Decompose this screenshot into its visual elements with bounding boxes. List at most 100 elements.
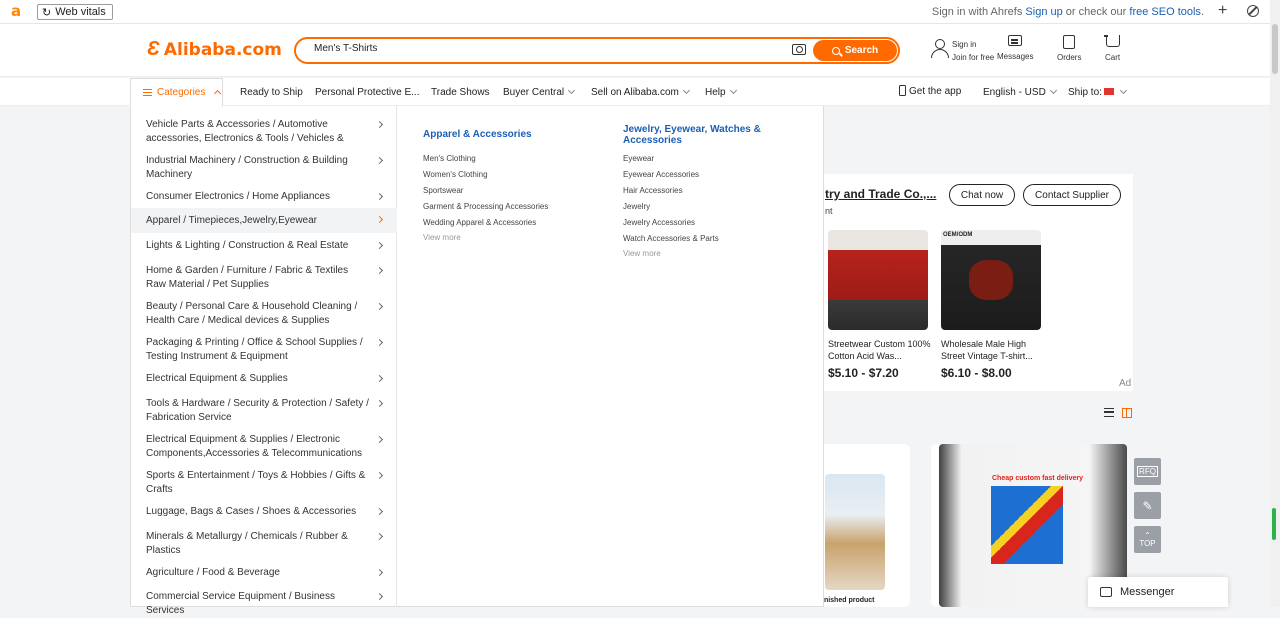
- category-item[interactable]: Luggage, Bags & Cases / Shoes & Accessor…: [131, 505, 397, 519]
- category-item[interactable]: Lights & Lighting / Construction & Real …: [131, 239, 397, 253]
- chevron-up-icon: [214, 89, 222, 98]
- ahrefs-logo-icon[interactable]: a: [11, 3, 21, 19]
- get-app-link[interactable]: Get the app: [899, 85, 961, 97]
- ad-label: Ad: [1119, 378, 1132, 389]
- product-image-black-tshirt[interactable]: OEM/ODM: [941, 230, 1041, 330]
- rfq-button[interactable]: RFQ: [1134, 458, 1161, 485]
- nav-help[interactable]: Help: [705, 86, 737, 98]
- product-image-dog-tshirt: [825, 474, 885, 590]
- view-more-link[interactable]: View more: [623, 249, 661, 258]
- plus-icon[interactable]: +: [1218, 2, 1227, 20]
- category-item[interactable]: Agriculture / Food & Beverage: [131, 566, 397, 580]
- card2-banner: Cheap custom fast delivery: [992, 475, 1084, 482]
- chevron-right-icon: [375, 435, 384, 444]
- subcategory-link[interactable]: Garment & Processing Accessories: [423, 202, 548, 211]
- nav-sell[interactable]: Sell on Alibaba.com: [591, 86, 690, 98]
- scrollbar-thumb[interactable]: [1272, 24, 1278, 74]
- chevron-right-icon: [375, 266, 384, 275]
- subcategory-title-apparel[interactable]: Apparel & Accessories: [423, 129, 532, 140]
- chat-now-button[interactable]: Chat now: [949, 184, 1015, 206]
- subcategory-link[interactable]: Watch Accessories & Parts: [623, 234, 719, 243]
- nav-trade-shows[interactable]: Trade Shows: [431, 87, 490, 98]
- category-item[interactable]: Tools & Hardware / Security & Protection…: [131, 397, 397, 425]
- product2-name[interactable]: Wholesale Male High Street Vintage T-shi…: [941, 338, 1046, 362]
- category-item[interactable]: Commercial Service Equipment / Business …: [131, 590, 397, 618]
- chevron-right-icon: [375, 374, 384, 383]
- product-image-red-tshirt[interactable]: [828, 230, 928, 330]
- subcategory-link[interactable]: Wedding Apparel & Accessories: [423, 218, 536, 227]
- orders-icon: [1063, 35, 1076, 49]
- product1-name[interactable]: Streetwear Custom 100% Cotton Acid Was..…: [828, 338, 933, 362]
- orders-button[interactable]: Orders: [1057, 35, 1081, 62]
- categories-tab[interactable]: Categories: [130, 78, 223, 107]
- subcategory-link[interactable]: Jewelry Accessories: [623, 218, 695, 227]
- category-item[interactable]: Minerals & Metallurgy / Chemicals / Rubb…: [131, 530, 397, 558]
- subcategory-link[interactable]: Sportswear: [423, 186, 463, 195]
- chevron-right-icon: [375, 241, 384, 250]
- chevron-right-icon: [375, 338, 384, 347]
- cart-button[interactable]: Cart: [1103, 35, 1120, 62]
- subcategory-link[interactable]: Eyewear Accessories: [623, 170, 699, 179]
- join-link[interactable]: Join for free: [952, 53, 994, 62]
- feedback-icon: ✎: [1142, 498, 1153, 513]
- search-input[interactable]: [314, 43, 774, 54]
- search-button[interactable]: Search: [813, 40, 897, 61]
- alibaba-logo[interactable]: Ɛ Alibaba.com: [147, 38, 282, 61]
- messages-button[interactable]: Messages: [997, 35, 1033, 61]
- flag-icon: [1103, 88, 1114, 95]
- subcategory-link[interactable]: Women's Clothing: [423, 170, 488, 179]
- grid-view-icon[interactable]: [1122, 408, 1132, 418]
- sign-in-area[interactable]: Sign in Join for free: [930, 38, 994, 64]
- category-item[interactable]: Beauty / Personal Care & Household Clean…: [131, 300, 397, 328]
- supplier-subtitle: nt: [825, 206, 833, 216]
- category-item[interactable]: Sports & Entertainment / Toys & Hobbies …: [131, 469, 397, 497]
- product-card-1[interactable]: inished product: [820, 444, 910, 607]
- categories-dropdown: Vehicle Parts & Accessories / Automotive…: [130, 106, 824, 616]
- subcategory-link[interactable]: Eyewear: [623, 154, 654, 163]
- category-item-apparel[interactable]: Apparel / Timepieces,Jewelry,Eyewear: [131, 208, 397, 233]
- subcategory-link[interactable]: Men's Clothing: [423, 154, 476, 163]
- tshirt-print-graphic: [969, 260, 1013, 300]
- category-item[interactable]: Home & Garden / Furniture / Fabric & Tex…: [131, 264, 397, 292]
- subcategory-title-jewelry[interactable]: Jewelry, Eyewear, Watches & Accessories: [623, 124, 773, 146]
- seo-tools-link[interactable]: free SEO tools: [1129, 6, 1201, 18]
- sign-up-link[interactable]: Sign up: [1025, 6, 1062, 18]
- ahrefs-toolbar: a ↻ Web vitals Sign in with Ahrefs Sign …: [0, 0, 1280, 24]
- chevron-right-icon: [375, 192, 384, 201]
- category-item[interactable]: Electrical Equipment & Supplies / Electr…: [131, 433, 397, 461]
- sign-in-link[interactable]: Sign in: [952, 38, 994, 51]
- feedback-button[interactable]: ✎: [1134, 492, 1161, 519]
- chevron-right-icon: [375, 215, 384, 224]
- chevron-down-icon: [729, 86, 737, 95]
- nav-ready-to-ship[interactable]: Ready to Ship: [240, 87, 303, 98]
- ship-to-selector[interactable]: Ship to:: [1068, 86, 1127, 98]
- block-icon[interactable]: [1247, 5, 1259, 17]
- category-item[interactable]: Vehicle Parts & Accessories / Automotive…: [131, 118, 397, 146]
- chevron-right-icon: [375, 532, 384, 541]
- category-item[interactable]: Electrical Equipment & Supplies: [131, 372, 397, 386]
- camera-icon[interactable]: [792, 44, 806, 55]
- search-icon: [831, 46, 840, 55]
- nav-buyer-central[interactable]: Buyer Central: [503, 86, 576, 98]
- category-item[interactable]: Consumer Electronics / Home Appliances: [131, 190, 397, 204]
- nav-ppe[interactable]: Personal Protective E...: [315, 87, 420, 98]
- messenger-widget[interactable]: Messenger: [1088, 577, 1228, 607]
- chevron-right-icon: [375, 156, 384, 165]
- back-to-top-button[interactable]: ⌃ TOP: [1134, 526, 1161, 553]
- language-selector[interactable]: English - USD: [983, 86, 1057, 98]
- web-vitals-button[interactable]: ↻ Web vitals: [37, 4, 113, 20]
- list-view-icon[interactable]: [1104, 408, 1114, 417]
- view-more-link[interactable]: View more: [423, 233, 461, 242]
- subcategory-link[interactable]: Jewelry: [623, 202, 650, 211]
- chevron-right-icon: [375, 568, 384, 577]
- supplier-name[interactable]: try and Trade Co.,...: [825, 187, 936, 201]
- user-icon: [930, 38, 949, 58]
- tshirt-flag-print: [991, 486, 1063, 564]
- contact-supplier-button[interactable]: Contact Supplier: [1023, 184, 1121, 206]
- category-item[interactable]: Industrial Machinery / Construction & Bu…: [131, 154, 397, 182]
- category-item[interactable]: Packaging & Printing / Office & School S…: [131, 336, 397, 364]
- subcategory-link[interactable]: Hair Accessories: [623, 186, 683, 195]
- chevron-down-icon: [1119, 86, 1127, 95]
- site-header: Ɛ Alibaba.com Search Sign in Join for fr…: [0, 24, 1270, 77]
- card1-caption: inished product: [822, 597, 875, 604]
